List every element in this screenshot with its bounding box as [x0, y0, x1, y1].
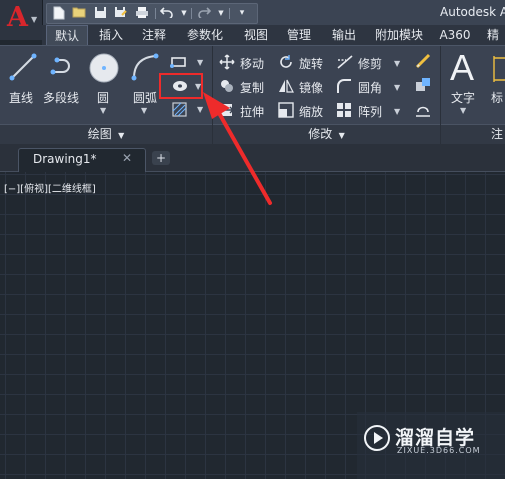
play-logo-icon — [364, 425, 390, 451]
annotation-arrow — [203, 92, 272, 205]
watermark-subtitle: ZIXUE.3D66.COM — [397, 446, 481, 455]
